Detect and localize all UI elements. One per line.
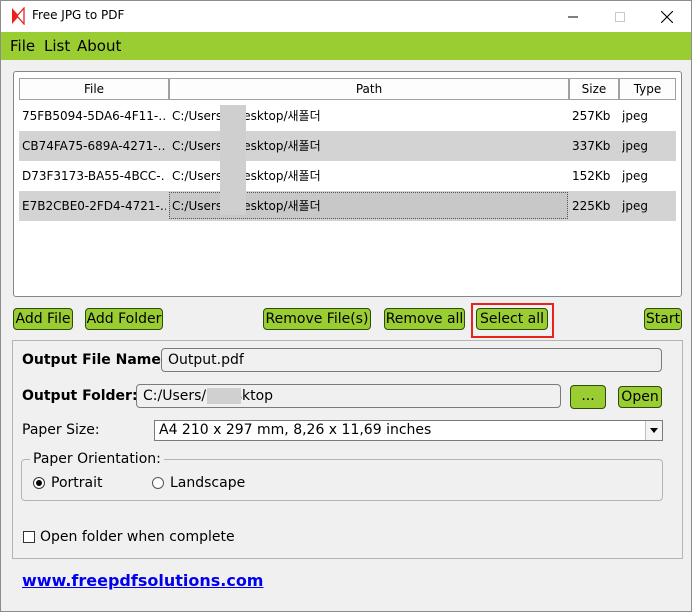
table-row[interactable]: D73F3173-BA55-4BCC-… C:/Users/ /Desktop/…	[19, 161, 676, 191]
minimize-icon	[568, 16, 578, 17]
cell-size: 337Kb	[572, 139, 611, 153]
redacted-username-block	[207, 388, 241, 404]
open-folder-label[interactable]: Open folder when complete	[40, 529, 235, 545]
cell-size: 152Kb	[572, 169, 611, 183]
file-table[interactable]: File Path Size Type 75FB5094-5DA6-4F11-……	[13, 71, 682, 297]
table-row[interactable]: E7B2CBE0-2FD4-4721-… C:/Users/ /Desktop/…	[19, 191, 676, 221]
cell-size: 257Kb	[572, 109, 611, 123]
highlight-box	[471, 303, 554, 338]
close-button[interactable]	[644, 1, 690, 32]
output-file-name-label: Output File Name:	[22, 352, 167, 368]
landscape-label[interactable]: Landscape	[170, 475, 245, 491]
menu-about[interactable]: About	[77, 37, 121, 55]
redacted-username-block	[220, 105, 246, 215]
cell-type: jpeg	[622, 109, 648, 123]
column-header-type[interactable]: Type	[619, 78, 676, 100]
portrait-label[interactable]: Portrait	[51, 475, 102, 491]
add-file-button[interactable]: Add File	[13, 308, 73, 330]
output-folder-label: Output Folder:	[22, 388, 138, 404]
table-row[interactable]: CB74FA75-689A-4271-… C:/Users/ /Desktop/…	[19, 131, 676, 161]
window-title: Free JPG to PDF	[32, 8, 125, 22]
menu-list[interactable]: List	[44, 37, 70, 55]
cell-size: 225Kb	[572, 199, 611, 213]
cell-file: D73F3173-BA55-4BCC-…	[22, 169, 166, 183]
remove-files-button[interactable]: Remove File(s)	[263, 308, 371, 330]
start-button[interactable]: Start	[644, 308, 682, 330]
minimize-button[interactable]	[550, 1, 596, 32]
cell-file: 75FB5094-5DA6-4F11-…	[22, 109, 166, 123]
cell-file: E7B2CBE0-2FD4-4721-…	[22, 199, 166, 213]
cell-type: jpeg	[622, 199, 648, 213]
column-header-size[interactable]: Size	[569, 78, 619, 100]
dropdown-arrow[interactable]	[645, 421, 662, 440]
maximize-icon	[615, 11, 625, 22]
open-folder-checkbox[interactable]	[23, 531, 35, 543]
website-link[interactable]: www.freepdfsolutions.com	[22, 571, 263, 590]
settings-panel	[12, 340, 683, 559]
app-logo-icon	[12, 7, 25, 25]
landscape-radio[interactable]	[152, 477, 164, 489]
browse-folder-button[interactable]: ...	[570, 385, 606, 409]
app-window: Free JPG to PDF File List About File Pat…	[0, 0, 692, 612]
maximize-button[interactable]	[597, 1, 643, 32]
table-row[interactable]: 75FB5094-5DA6-4F11-… C:/Users/ /Desktop/…	[19, 101, 676, 131]
cell-file: CB74FA75-689A-4271-…	[22, 139, 166, 153]
output-file-name-field[interactable]: Output.pdf	[161, 348, 662, 372]
cell-type: jpeg	[622, 169, 648, 183]
title-bar[interactable]: Free JPG to PDF	[1, 1, 691, 32]
column-header-path[interactable]: Path	[169, 78, 569, 100]
orientation-group-title: Paper Orientation:	[30, 451, 164, 467]
add-folder-button[interactable]: Add Folder	[85, 308, 163, 330]
cell-type: jpeg	[622, 139, 648, 153]
paper-size-value: A4 210 x 297 mm, 8,26 x 11,69 inches	[159, 422, 432, 438]
open-folder-button[interactable]: Open	[618, 386, 662, 408]
menu-file[interactable]: File	[10, 37, 35, 55]
paper-size-select[interactable]: A4 210 x 297 mm, 8,26 x 11,69 inches	[154, 420, 663, 441]
menu-bar: File List About	[1, 32, 691, 60]
remove-all-button[interactable]: Remove all	[384, 308, 465, 330]
output-folder-field[interactable]: C:/Users/ /Desktop	[136, 384, 561, 408]
paper-size-label: Paper Size:	[22, 422, 100, 438]
column-header-file[interactable]: File	[19, 78, 169, 100]
close-icon	[661, 10, 673, 23]
portrait-radio[interactable]	[33, 477, 45, 489]
chevron-down-icon	[650, 428, 658, 433]
